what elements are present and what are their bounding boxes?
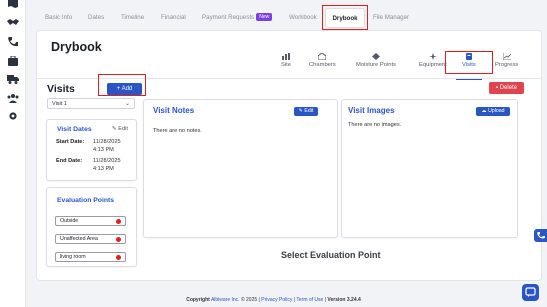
progress-icon	[502, 53, 511, 61]
drybook-tab-equipment-label: Equipment	[419, 62, 447, 68]
edit-icon: ✎	[112, 126, 117, 132]
delete-visit-label: Delete	[499, 85, 518, 91]
tab-payment-requests-label: Payment Requests	[202, 14, 255, 21]
drybook-tab-chambers-label: Chambers	[309, 62, 336, 68]
left-sidebar	[0, 0, 26, 307]
footer: Copyright Albiware Inc. © 2025 | Privacy…	[0, 297, 547, 303]
visit-notes-panel: Visit Notes ✎ Edit There are no notes.	[143, 99, 338, 238]
evaluation-points-panel: Evaluation Points Outside Unaffected Are…	[46, 187, 137, 267]
visit-notes-edit-label: Edit	[304, 108, 314, 114]
eval-point-outside[interactable]: Outside	[55, 216, 126, 226]
phone-support-button[interactable]	[534, 229, 547, 242]
visit-notes-title: Visit Notes	[153, 106, 195, 115]
start-date-label: Start Date:	[56, 139, 85, 145]
eval-point-label: Outside	[60, 218, 79, 224]
map-icon[interactable]	[7, 0, 19, 8]
tab-timeline[interactable]: Timeline	[121, 8, 144, 28]
footer-version-label: Version	[327, 297, 346, 303]
privacy-policy-link[interactable]: Privacy Policy	[261, 297, 292, 303]
equipment-icon	[428, 53, 437, 60]
page-title: Drybook	[51, 40, 102, 54]
chambers-icon	[317, 52, 327, 61]
drybook-tab-progress[interactable]: Progress	[495, 53, 518, 75]
visits-icon	[465, 53, 473, 60]
phone-icon	[537, 232, 545, 239]
upload-images-label: Upload	[488, 108, 505, 114]
visit-select-value: Visit 1	[52, 101, 67, 107]
eval-point-label: Unaffected Area	[60, 236, 98, 242]
briefcase-icon[interactable]	[7, 56, 19, 66]
drybook-card: Drybook Site Chambers Moisture Points Eq…	[36, 30, 542, 281]
gear-icon[interactable]	[7, 111, 19, 121]
visit-select[interactable]: Visit 1 ⌄	[47, 98, 135, 109]
drybook-tab-equipment[interactable]: Equipment	[419, 53, 447, 75]
drybook-tab-site-label: Site	[281, 62, 291, 68]
start-date: 11/28/2025	[93, 139, 121, 145]
no-notes-text: There are no notes.	[153, 128, 202, 134]
visit-images-title: Visit Images	[348, 106, 395, 115]
tab-file-manager[interactable]: File Manager	[373, 8, 409, 28]
tab-basic-info[interactable]: Basic Info	[45, 8, 72, 28]
start-date-value: 11/28/2025 4:13 PM	[93, 139, 121, 154]
footer-copyright-label: Copyright	[186, 297, 210, 303]
footer-version: 3.24.4	[346, 297, 361, 303]
drybook-tab-visits[interactable]: Visits	[456, 53, 482, 80]
project-tabs: Basic Info Dates Timeline Financial Paym…	[35, 8, 543, 28]
handshake-icon[interactable]	[7, 17, 19, 27]
evaluation-points-title: Evaluation Points	[57, 197, 115, 204]
chevron-down-icon: ⌄	[124, 101, 130, 107]
eval-point-unaffected-area[interactable]: Unaffected Area	[55, 234, 126, 244]
visit-dates-panel: Visit Dates ✎ Edit Start Date: 11/28/202…	[46, 119, 137, 181]
status-dot-icon	[116, 255, 121, 260]
drybook-tab-chambers[interactable]: Chambers	[309, 52, 336, 75]
tab-dates[interactable]: Dates	[88, 8, 104, 28]
drybook-tab-moisture-points[interactable]: Moisture Points	[356, 53, 396, 75]
delete-visit-button[interactable]: ▪ Delete	[489, 82, 524, 94]
footer-company-link[interactable]: Albiware Inc.	[211, 297, 240, 303]
drybook-tab-progress-label: Progress	[495, 62, 519, 68]
visit-notes-edit-button[interactable]: ✎ Edit	[294, 107, 318, 116]
visit-dates-title: Visit Dates	[57, 126, 92, 133]
no-images-text: There are no images.	[348, 122, 402, 128]
upload-images-button[interactable]: ☁ Upload	[476, 107, 510, 116]
team-icon[interactable]	[7, 93, 19, 103]
truck-icon[interactable]	[7, 74, 19, 84]
moisture-points-icon	[371, 53, 380, 60]
tab-drybook[interactable]: Drybook	[325, 8, 365, 28]
footer-separator: |	[293, 297, 296, 303]
tab-workbook[interactable]: Workbook	[289, 8, 317, 28]
phone-icon[interactable]	[7, 37, 19, 47]
eval-point-label: living room	[60, 254, 86, 260]
visit-images-panel: Visit Images ☁ Upload There are no image…	[341, 99, 518, 238]
cloud-upload-icon: ☁	[481, 108, 487, 114]
end-date: 11/28/2025	[93, 158, 121, 164]
chat-icon	[525, 287, 536, 297]
status-dot-icon	[116, 219, 121, 224]
visit-dates-edit-button[interactable]: ✎ Edit	[112, 126, 128, 132]
start-time: 4:13 PM	[93, 146, 114, 153]
end-time: 4:13 PM	[93, 165, 114, 172]
footer-separator: |	[324, 297, 327, 303]
chat-button[interactable]	[522, 284, 539, 301]
visit-dates-edit-label: Edit	[118, 126, 128, 132]
drybook-tab-moisture-points-label: Moisture Points	[356, 62, 396, 68]
tab-financial[interactable]: Financial	[161, 8, 186, 28]
divider	[37, 78, 541, 79]
edit-icon: ✎	[298, 108, 303, 114]
eval-point-living-room[interactable]: living room	[55, 252, 126, 262]
footer-year: © 2025 |	[240, 297, 260, 303]
new-badge: New	[256, 13, 273, 22]
add-visit-button[interactable]: + Add	[107, 83, 142, 95]
select-evaluation-point-text: Select Evaluation Point	[281, 250, 381, 260]
terms-of-use-link[interactable]: Term of Use	[296, 297, 323, 303]
drybook-tab-site[interactable]: Site	[281, 53, 291, 75]
tab-payment-requests[interactable]: Payment Requests New	[202, 8, 273, 28]
site-icon	[282, 53, 290, 60]
status-dot-icon	[116, 237, 121, 242]
end-date-label: End Date:	[56, 158, 83, 164]
visits-title: Visits	[47, 83, 75, 95]
end-date-value: 11/28/2025 4:13 PM	[93, 158, 121, 173]
drybook-tab-visits-label: Visits	[462, 62, 476, 68]
